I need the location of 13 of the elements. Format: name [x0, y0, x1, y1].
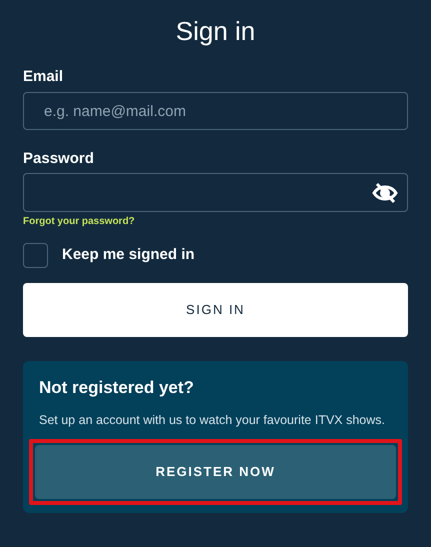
- checkbox[interactable]: [23, 243, 48, 268]
- card-text: Set up an account with us to watch your favourite ITVX shows.: [38, 412, 386, 429]
- card-heading: Not registered yet?: [38, 377, 195, 399]
- sign-in-button[interactable]: SIGN IN: [23, 283, 408, 337]
- eye-slash-icon[interactable]: [372, 182, 398, 204]
- field-label: Email: [23, 68, 64, 86]
- email-field[interactable]: e.g. name@mail.com: [23, 92, 408, 130]
- checkbox-label: Keep me signed in: [62, 245, 195, 266]
- password-field[interactable]: [23, 173, 408, 212]
- register-button[interactable]: REGISTER NOW: [35, 445, 396, 499]
- field-label: Password: [23, 150, 94, 168]
- forgot-password-link[interactable]: Forgot your password?: [23, 214, 135, 229]
- page-title: Sign in: [176, 15, 256, 48]
